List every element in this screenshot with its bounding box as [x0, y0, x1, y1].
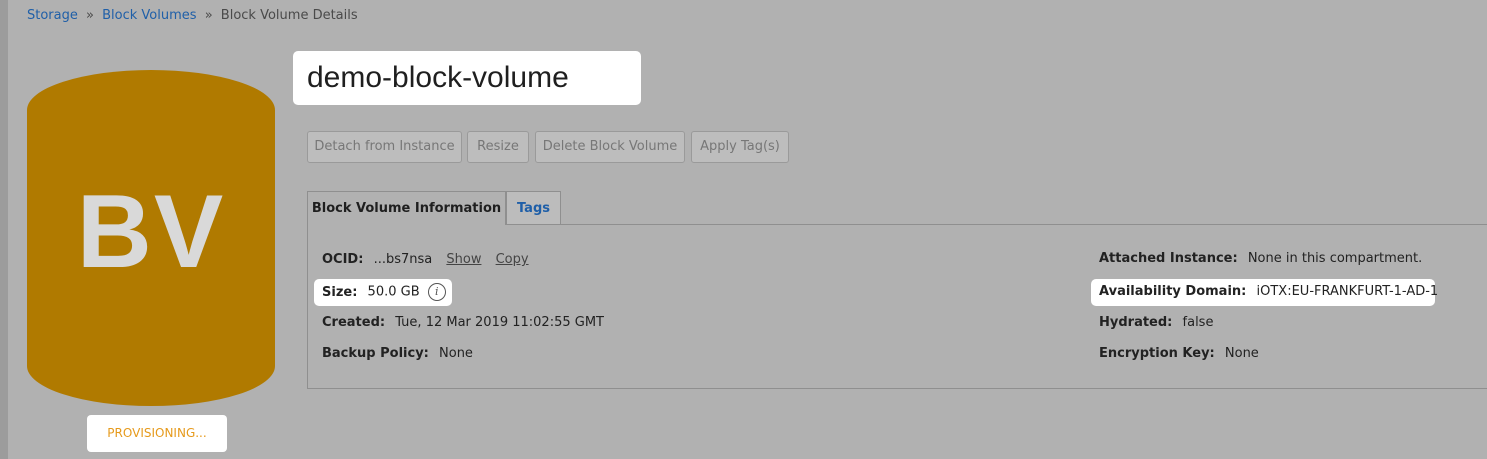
page-title: demo-block-volume [307, 61, 569, 94]
ocid-show-link[interactable]: Show [446, 252, 481, 267]
block-volume-icon: BV [27, 70, 275, 407]
availability-domain-label: Availability Domain: [1099, 284, 1247, 299]
availability-domain-row: Availability Domain: iOTX:EU-FRANKFURT-1… [1099, 284, 1438, 299]
backup-policy-row: Backup Policy: None [322, 346, 473, 361]
size-row: Size: 50.0 GB i [322, 283, 446, 301]
availability-domain-value: iOTX:EU-FRANKFURT-1-AD-1 [1256, 284, 1439, 299]
tab-tags[interactable]: Tags [506, 191, 561, 225]
hydrated-row: Hydrated: false [1099, 315, 1213, 330]
delete-block-volume-button[interactable]: Delete Block Volume [535, 131, 685, 163]
cylinder-top [27, 70, 275, 150]
info-icon[interactable]: i [427, 283, 446, 301]
apply-tags-button[interactable]: Apply Tag(s) [691, 131, 789, 163]
ocid-row: OCID: ...bs7nsa Show Copy [322, 252, 529, 267]
breadcrumb: Storage » Block Volumes » Block Volume D… [27, 8, 358, 23]
backup-policy-value: None [439, 346, 473, 361]
breadcrumb-block-volumes-link[interactable]: Block Volumes [102, 8, 196, 23]
attached-instance-value: None in this compartment. [1247, 251, 1423, 266]
left-rule [0, 0, 8, 459]
created-value: Tue, 12 Mar 2019 11:02:55 GMT [395, 315, 604, 330]
status-badge: PROVISIONING... [87, 415, 227, 452]
tab-block-volume-information[interactable]: Block Volume Information [307, 191, 506, 225]
ocid-value: ...bs7nsa [373, 252, 433, 267]
encryption-key-value: None [1224, 346, 1259, 361]
detach-from-instance-button[interactable]: Detach from Instance [307, 131, 462, 163]
breadcrumb-storage-link[interactable]: Storage [27, 8, 78, 23]
resize-button[interactable]: Resize [467, 131, 529, 163]
created-label: Created: [322, 315, 386, 330]
size-value: 50.0 GB [367, 284, 420, 300]
page-title-box: demo-block-volume [293, 51, 641, 105]
block-volume-information-panel [307, 224, 1487, 389]
breadcrumb-current: Block Volume Details [220, 8, 358, 23]
volume-initials: BV [76, 174, 226, 290]
attached-instance-label: Attached Instance: [1099, 251, 1238, 266]
attached-instance-row: Attached Instance: None in this compartm… [1099, 251, 1422, 266]
hydrated-label: Hydrated: [1099, 315, 1173, 330]
encryption-key-row: Encryption Key: None [1099, 346, 1259, 361]
encryption-key-label: Encryption Key: [1099, 346, 1215, 361]
ocid-label: OCID: [322, 252, 364, 267]
breadcrumb-separator: » [86, 8, 94, 23]
backup-policy-label: Backup Policy: [322, 346, 429, 361]
hydrated-value: false [1182, 315, 1214, 330]
created-row: Created: Tue, 12 Mar 2019 11:02:55 GMT [322, 315, 604, 330]
ocid-copy-link[interactable]: Copy [496, 252, 529, 267]
active-tab-joint [308, 223, 505, 225]
size-label: Size: [322, 284, 358, 300]
breadcrumb-separator: » [204, 8, 213, 23]
